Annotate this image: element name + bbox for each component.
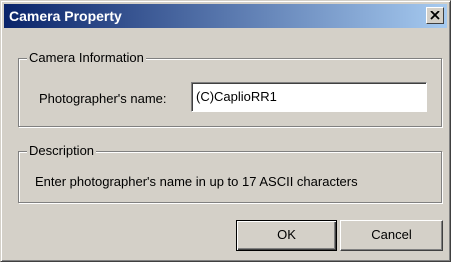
- cancel-button[interactable]: Cancel: [340, 220, 443, 251]
- window-title: Camera Property: [9, 8, 122, 24]
- title-bar[interactable]: Camera Property: [4, 4, 447, 28]
- photographer-name-input[interactable]: (C)CaplioRR1: [191, 82, 427, 112]
- description-text: Enter photographer's name in up to 17 AS…: [35, 174, 358, 189]
- close-button[interactable]: [426, 7, 444, 24]
- camera-information-group: Camera Information Photographer's name: …: [18, 50, 442, 127]
- photographer-name-label: Photographer's name:: [39, 91, 167, 106]
- ok-button[interactable]: OK: [236, 220, 337, 251]
- description-legend: Description: [27, 143, 97, 159]
- close-icon: [430, 11, 440, 20]
- camera-information-legend: Camera Information: [27, 50, 146, 66]
- camera-property-dialog: Camera Property Camera Information Photo…: [0, 0, 451, 262]
- description-group: Description Enter photographer's name in…: [18, 143, 442, 203]
